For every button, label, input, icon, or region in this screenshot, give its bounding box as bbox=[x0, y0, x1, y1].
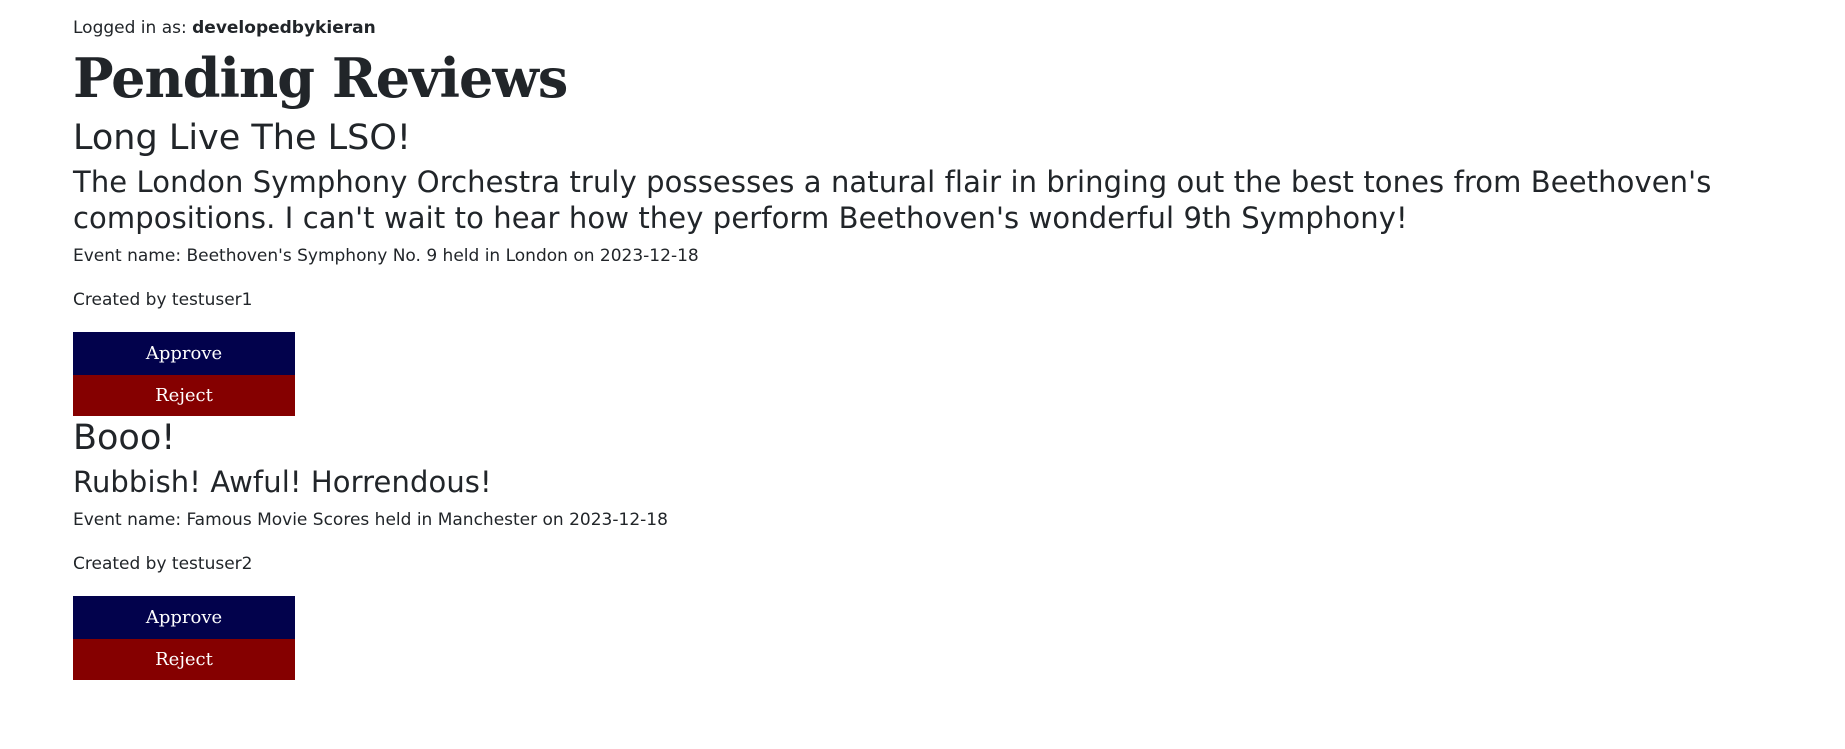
approve-button[interactable]: Approve bbox=[73, 596, 295, 639]
reject-button[interactable]: Reject bbox=[73, 639, 295, 680]
logged-in-label: Logged in as: bbox=[73, 18, 193, 38]
page-container: Logged in as: developedbykieran Pending … bbox=[0, 0, 1833, 680]
review-author: Created by testuser2 bbox=[73, 554, 253, 574]
review-body: Rubbish! Awful! Horrendous! bbox=[73, 465, 492, 499]
login-status: Logged in as: developedbykieran bbox=[73, 16, 1833, 40]
page-title: Pending Reviews bbox=[73, 46, 568, 110]
reject-button[interactable]: Reject bbox=[73, 375, 295, 416]
review-title: Long Live The LSO! bbox=[73, 118, 411, 158]
review-event-info: Event name: Beethoven's Symphony No. 9 h… bbox=[73, 246, 699, 266]
review-actions: Approve Reject bbox=[73, 596, 295, 680]
approve-button[interactable]: Approve bbox=[73, 332, 295, 375]
review-actions: Approve Reject bbox=[73, 332, 295, 416]
review-title: Booo! bbox=[73, 418, 176, 458]
review-author: Created by testuser1 bbox=[73, 290, 253, 310]
logged-in-username: developedbykieran bbox=[192, 18, 376, 38]
review-event-info: Event name: Famous Movie Scores held in … bbox=[73, 510, 668, 530]
review-body: The London Symphony Orchestra truly poss… bbox=[73, 165, 1712, 235]
review-item: Booo! Rubbish! Awful! Horrendous! Event … bbox=[73, 416, 1833, 680]
review-item: Long Live The LSO! The London Symphony O… bbox=[73, 116, 1833, 416]
